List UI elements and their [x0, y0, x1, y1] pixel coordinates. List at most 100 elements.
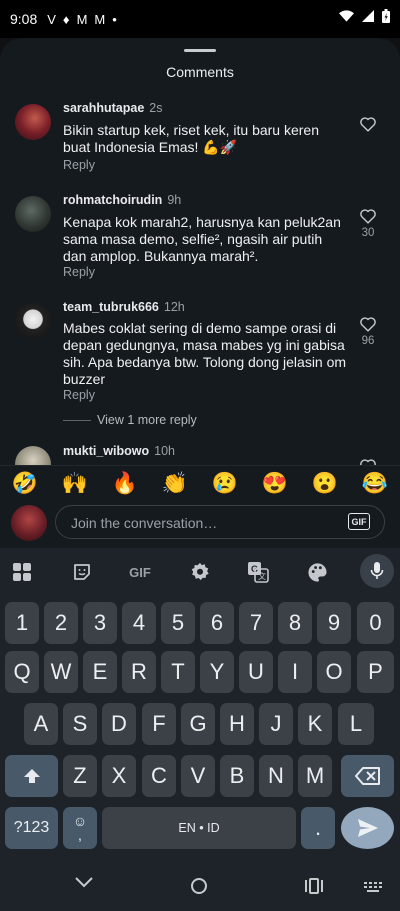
key-i[interactable]: I [278, 651, 312, 693]
key-m[interactable]: M [298, 755, 332, 797]
key-a[interactable]: A [24, 703, 58, 745]
key-p[interactable]: P [357, 651, 394, 693]
avatar[interactable] [15, 196, 51, 232]
avatar[interactable] [15, 446, 51, 465]
comment-username[interactable]: team_tubruk666 12h [63, 300, 185, 314]
comment-username[interactable]: sarahhutapae 2s [63, 101, 162, 115]
gif-keyboard-button[interactable]: GIF [122, 558, 158, 586]
key-g[interactable]: G [181, 703, 215, 745]
reply-button[interactable]: Reply [63, 158, 95, 172]
emoji-key[interactable]: ☺ , [63, 807, 97, 849]
key-h[interactable]: H [220, 703, 254, 745]
key-e[interactable]: E [83, 651, 117, 693]
shift-key[interactable] [5, 755, 58, 797]
key-u[interactable]: U [239, 651, 273, 693]
hide-keyboard-button[interactable] [74, 875, 94, 894]
like-button[interactable]: 30 [356, 208, 380, 239]
key-f[interactable]: F [142, 703, 176, 745]
recents-button[interactable] [304, 878, 324, 899]
key-2[interactable]: 2 [44, 602, 78, 644]
backspace-icon [354, 767, 380, 785]
key-0[interactable]: 0 [357, 602, 394, 644]
key-c[interactable]: C [142, 755, 176, 797]
reply-button[interactable]: Reply [63, 265, 95, 279]
key-7[interactable]: 7 [239, 602, 273, 644]
key-t[interactable]: T [161, 651, 195, 693]
translate-button[interactable]: G文 [244, 558, 272, 586]
emoji-cry[interactable]: 😢 [212, 472, 238, 496]
view-more-label: View 1 more reply [97, 413, 197, 427]
key-d[interactable]: D [102, 703, 136, 745]
apps-grid-button[interactable] [8, 558, 36, 586]
emoji-key-symbol: ☺ [72, 813, 88, 829]
key-z[interactable]: Z [63, 755, 97, 797]
drag-handle[interactable] [184, 49, 216, 52]
key-q[interactable]: Q [5, 651, 39, 693]
symbols-key[interactable]: ?123 [5, 807, 58, 849]
sticker-button[interactable] [68, 558, 96, 586]
status-bar: 9:08 V ♦ M M • [0, 0, 400, 38]
status-time: 9:08 [10, 11, 38, 27]
keyboard-switcher-button[interactable] [364, 881, 382, 899]
key-5[interactable]: 5 [161, 602, 195, 644]
theme-button[interactable] [303, 558, 331, 586]
key-x[interactable]: X [102, 755, 136, 797]
like-button[interactable] [356, 458, 380, 465]
like-button[interactable]: 96 [356, 316, 380, 347]
comment-text: Bikin startup kek, riset kek, itu baru k… [63, 122, 319, 155]
comment-text: Kenapa kok marah2, harusnya kan peluk2an… [63, 214, 341, 264]
backspace-key[interactable] [341, 755, 394, 797]
key-l[interactable]: L [338, 703, 374, 745]
comment-username[interactable]: mukti_wibowo 10h [63, 444, 175, 458]
key-r[interactable]: R [122, 651, 156, 693]
period-key[interactable]: . [301, 807, 335, 849]
home-button[interactable] [190, 877, 208, 900]
comment-time: 2s [149, 101, 163, 115]
key-s[interactable]: S [63, 703, 97, 745]
key-w[interactable]: W [44, 651, 78, 693]
send-key[interactable] [341, 807, 394, 849]
space-bar[interactable]: EN • ID [102, 807, 296, 849]
emoji-fire[interactable]: 🔥 [112, 472, 138, 496]
key-j[interactable]: J [259, 703, 293, 745]
gif-button[interactable]: GIF [348, 513, 370, 530]
key-y[interactable]: Y [200, 651, 234, 693]
voice-input-button[interactable] [360, 554, 394, 588]
key-o[interactable]: O [317, 651, 351, 693]
grid-icon [13, 563, 31, 581]
emoji-rofl[interactable]: 🤣 [12, 472, 38, 496]
avatar[interactable] [15, 303, 51, 339]
comment-input[interactable] [69, 513, 343, 533]
reply-button[interactable]: Reply [63, 388, 95, 402]
key-6[interactable]: 6 [200, 602, 234, 644]
emoji-clap[interactable]: 👏 [162, 472, 188, 496]
like-button[interactable] [356, 116, 380, 132]
key-1[interactable]: 1 [5, 602, 39, 644]
emoji-heart-eyes[interactable]: 😍 [262, 472, 288, 496]
key-n[interactable]: N [259, 755, 293, 797]
navigation-bar [0, 861, 400, 911]
emoji-reaction-bar: 🤣 🙌 🔥 👏 😢 😍 😮 😂 [0, 465, 400, 502]
comment-time: 10h [154, 444, 175, 458]
emoji-raised-hands[interactable]: 🙌 [62, 472, 88, 496]
keyboard: GIF G文 1 2 3 4 5 6 7 8 9 0 Q W E R T Y U… [0, 548, 400, 861]
avatar[interactable] [15, 104, 51, 140]
key-v[interactable]: V [181, 755, 215, 797]
gmail-icon: M [76, 11, 88, 27]
key-k[interactable]: K [298, 703, 332, 745]
emoji-surprised[interactable]: 😮 [312, 472, 338, 496]
app-notification-icon: ♦ [62, 11, 70, 27]
settings-button[interactable] [186, 558, 214, 586]
key-8[interactable]: 8 [278, 602, 312, 644]
vpn-notification-icon: V [47, 11, 56, 27]
key-b[interactable]: B [220, 755, 254, 797]
shift-icon [23, 769, 40, 783]
key-9[interactable]: 9 [317, 602, 351, 644]
key-3[interactable]: 3 [83, 602, 117, 644]
key-4[interactable]: 4 [122, 602, 156, 644]
comment-username[interactable]: rohmatchoirudin 9h [63, 193, 181, 207]
comment-input-box[interactable]: GIF [55, 505, 385, 539]
view-more-replies[interactable]: View 1 more reply [63, 413, 197, 427]
gif-label: GIF [129, 564, 151, 580]
emoji-joy[interactable]: 😂 [362, 472, 388, 496]
